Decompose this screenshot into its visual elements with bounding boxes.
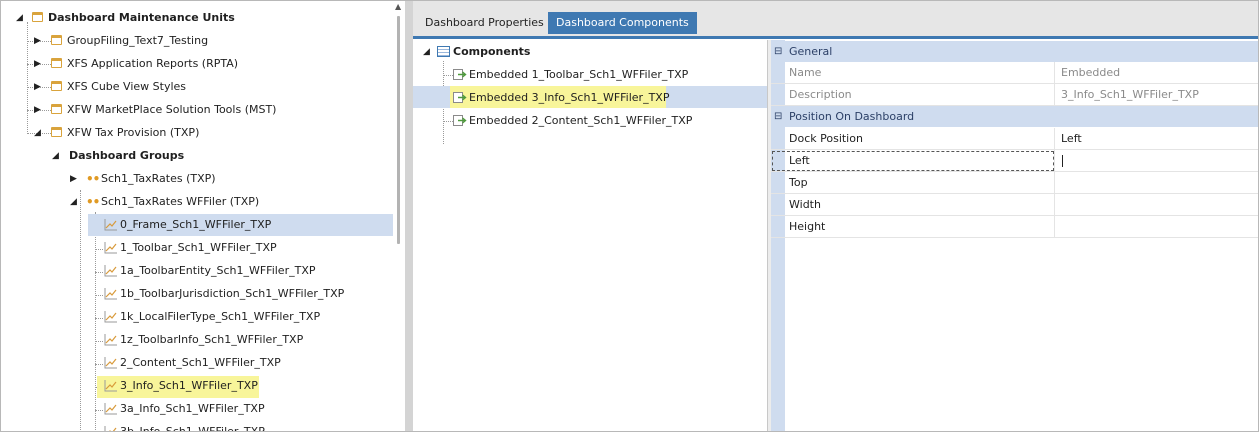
- window-frame: [0, 0, 1259, 432]
